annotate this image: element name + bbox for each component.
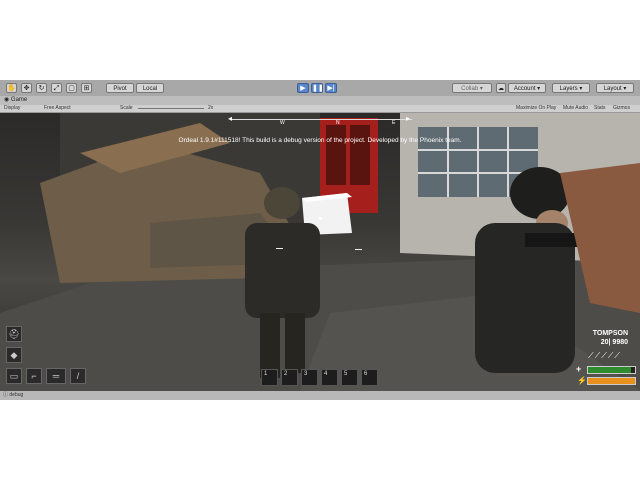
step-icon: ▶|: [327, 85, 335, 92]
scale-tool-icon[interactable]: ⤢: [51, 83, 62, 93]
compass-label-e: E: [392, 120, 396, 126]
stamina-bar-fill: [588, 378, 635, 384]
hotbar-slot-1[interactable]: 1: [261, 369, 278, 386]
rect-tool-icon[interactable]: ▢: [66, 83, 77, 93]
status-message: debug: [9, 392, 24, 398]
bag-icon[interactable]: ▭: [6, 368, 22, 384]
layout-dropdown[interactable]: Layout ▾: [596, 83, 634, 93]
nametag-marker-right: [355, 249, 362, 250]
hotbar-slot-5[interactable]: 5: [341, 369, 358, 386]
vest-icon[interactable]: ◆: [6, 347, 22, 363]
hand-tool-icon[interactable]: ✋: [6, 83, 17, 93]
ammo-counter: 20| 9980: [600, 339, 628, 346]
scene-backdrop: [0, 113, 640, 391]
compass: ◂ ▸ W N E: [228, 114, 412, 126]
move-tool-icon[interactable]: ✥: [21, 83, 32, 93]
debug-build-text: Ordeal 1.9.1#111518! This build is a deb…: [178, 137, 462, 144]
health-icon: +: [576, 364, 582, 374]
local-label: Local: [142, 86, 158, 92]
pivot-toggle[interactable]: Pivot: [106, 83, 134, 93]
hotbar-slot-4[interactable]: 4: [321, 369, 338, 386]
scale-label: Scale: [120, 105, 133, 111]
game-panel-bar: Display Free Aspect Scale 2x Maximize On…: [0, 105, 640, 113]
magazine-icons: ⟋⟋⟋⟋⟋: [588, 351, 621, 360]
health-bar: [587, 366, 636, 374]
scale-slider[interactable]: [138, 108, 204, 109]
collab-dropdown[interactable]: Collab ▾: [452, 83, 492, 93]
display-dropdown[interactable]: Display: [4, 105, 20, 112]
hotbar-slot-3[interactable]: 3: [301, 369, 318, 386]
rifle-icon[interactable]: ═: [46, 368, 66, 384]
weapon-name: TOMPSON: [592, 330, 628, 337]
health-bar-fill: [588, 367, 632, 373]
stamina-icon: ⚡: [577, 376, 587, 385]
step-button[interactable]: ▶|: [325, 83, 337, 93]
account-dropdown[interactable]: Account ▾: [508, 83, 546, 93]
knife-icon[interactable]: /: [70, 368, 86, 384]
layers-dropdown[interactable]: Layers ▾: [552, 83, 590, 93]
hotbar-slot-2[interactable]: 2: [281, 369, 298, 386]
layers-label: Layers: [559, 86, 578, 92]
pistol-icon[interactable]: ⌐: [26, 368, 42, 384]
transform-tool-icon[interactable]: ⊞: [81, 83, 92, 93]
rotate-tool-icon[interactable]: ↻: [36, 83, 47, 93]
game-tab-icon: ◉: [4, 97, 10, 103]
warning-icon: ⓘ: [3, 392, 9, 398]
hotbar-slot-6[interactable]: 6: [361, 369, 378, 386]
layout-label: Layout: [603, 86, 622, 92]
play-icon: ▶: [300, 85, 306, 92]
pause-icon: ❚❚: [312, 85, 324, 92]
compass-label-w: W: [280, 120, 285, 126]
game-viewport[interactable]: Ordeal 1.9.1#111518! This build is a deb…: [0, 113, 640, 391]
editor-toolbar: ✋ ✥ ↻ ⤢ ▢ ⊞ Pivot Local ▶ ❚❚ ▶| Collab ▾…: [0, 80, 640, 97]
editor-status-bar: ⓘ debug: [0, 391, 640, 400]
pause-button[interactable]: ❚❚: [311, 83, 324, 93]
unity-editor: ✋ ✥ ↻ ⤢ ▢ ⊞ Pivot Local ▶ ❚❚ ▶| Collab ▾…: [0, 80, 640, 400]
game-tab-title: Game: [10, 97, 28, 103]
helmet-icon[interactable]: ⛑: [6, 326, 22, 342]
stats-toggle[interactable]: Stats: [594, 105, 605, 112]
cloud-icon[interactable]: ☁: [496, 83, 506, 93]
scale-value: 2x: [208, 105, 214, 111]
nametag-marker-left: [276, 248, 283, 249]
maximize-toggle[interactable]: Maximize On Play: [516, 105, 556, 112]
gizmos-dropdown[interactable]: Gizmos: [613, 105, 630, 112]
compass-label-n: N: [336, 120, 340, 126]
game-panel-tab[interactable]: ◉ Game: [0, 96, 640, 105]
crosshair: [319, 217, 322, 220]
account-label: Account: [513, 86, 536, 92]
mute-toggle[interactable]: Mute Audio: [563, 105, 588, 112]
pivot-label: Pivot: [113, 86, 127, 92]
aspect-dropdown[interactable]: Free Aspect: [44, 105, 71, 112]
stamina-bar: [587, 377, 636, 385]
play-button[interactable]: ▶: [297, 83, 309, 93]
local-toggle[interactable]: Local: [136, 83, 164, 93]
collab-label: Collab: [461, 86, 479, 92]
